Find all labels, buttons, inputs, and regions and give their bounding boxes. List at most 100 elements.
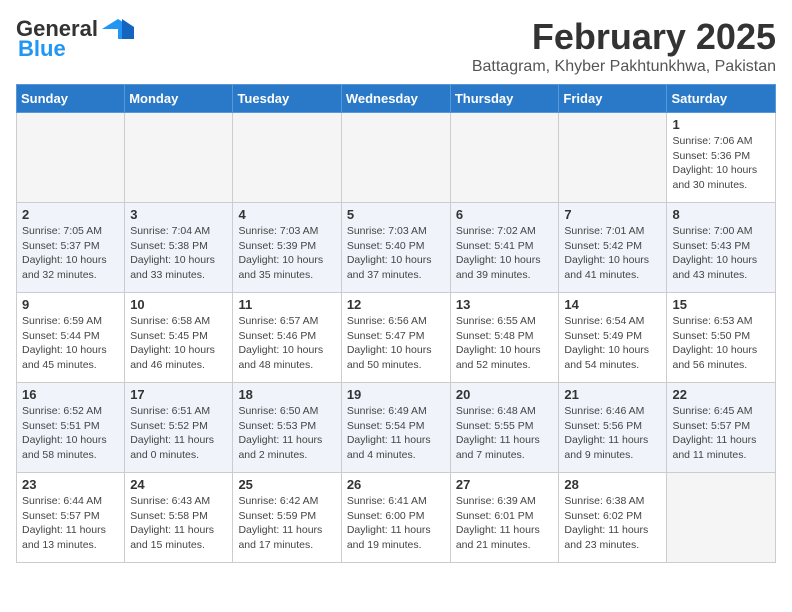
day-number: 26 (347, 477, 445, 492)
day-number: 22 (672, 387, 770, 402)
day-number: 9 (22, 297, 119, 312)
title-section: February 2025 Battagram, Khyber Pakhtunk… (472, 16, 776, 76)
calendar-week-row: 23Sunrise: 6:44 AM Sunset: 5:57 PM Dayli… (17, 473, 776, 563)
calendar-cell (233, 113, 341, 203)
calendar-cell: 11 Sunrise: 6:57 AM Sunset: 5:46 PM Dayli… (233, 293, 341, 383)
day-info: Sunrise: 7:03 AM Sunset: 5:40 PM Dayligh… (347, 224, 445, 283)
calendar-cell: 10 Sunrise: 6:58 AM Sunset: 5:45 PM Dayli… (125, 293, 233, 383)
calendar-cell: 17Sunrise: 6:51 AM Sunset: 5:52 PM Dayli… (125, 383, 233, 473)
calendar-cell: 15Sunrise: 6:53 AM Sunset: 5:50 PM Dayli… (667, 293, 776, 383)
calendar-cell: 12Sunrise: 6:56 AM Sunset: 5:47 PM Dayli… (341, 293, 450, 383)
calendar-cell: 3Sunrise: 7:04 AM Sunset: 5:38 PM Daylig… (125, 203, 233, 293)
weekday-header: Thursday (450, 85, 559, 113)
calendar-cell: 27 Sunrise: 6:39 AM Sunset: 6:01 PM Dayli… (450, 473, 559, 563)
calendar-cell: 18 Sunrise: 6:50 AM Sunset: 5:53 PM Dayli… (233, 383, 341, 473)
day-info: Sunrise: 6:42 AM Sunset: 5:59 PM Dayligh… (238, 494, 335, 553)
calendar-cell: 23Sunrise: 6:44 AM Sunset: 5:57 PM Dayli… (17, 473, 125, 563)
day-info: Sunrise: 6:38 AM Sunset: 6:02 PM Dayligh… (564, 494, 661, 553)
month-title: February 2025 (472, 16, 776, 58)
calendar-cell: 28 Sunrise: 6:38 AM Sunset: 6:02 PM Dayli… (559, 473, 667, 563)
weekday-header: Monday (125, 85, 233, 113)
logo-icon (102, 19, 134, 39)
day-info: Sunrise: 6:55 AM Sunset: 5:48 PM Dayligh… (456, 314, 554, 373)
day-info: Sunrise: 6:45 AM Sunset: 5:57 PM Dayligh… (672, 404, 770, 463)
calendar-cell: 8 Sunrise: 7:00 AM Sunset: 5:43 PM Daylig… (667, 203, 776, 293)
day-info: Sunrise: 6:43 AM Sunset: 5:58 PM Dayligh… (130, 494, 227, 553)
calendar-cell: 21Sunrise: 6:46 AM Sunset: 5:56 PM Dayli… (559, 383, 667, 473)
day-number: 13 (456, 297, 554, 312)
day-number: 15 (672, 297, 770, 312)
day-info: Sunrise: 6:52 AM Sunset: 5:51 PM Dayligh… (22, 404, 119, 463)
day-info: Sunrise: 7:06 AM Sunset: 5:36 PM Dayligh… (672, 134, 770, 193)
logo-blue: Blue (18, 36, 66, 62)
day-info: Sunrise: 6:39 AM Sunset: 6:01 PM Dayligh… (456, 494, 554, 553)
page-header: General Blue February 2025 Battagram, Kh… (16, 16, 776, 76)
day-number: 11 (238, 297, 335, 312)
location-title: Battagram, Khyber Pakhtunkhwa, Pakistan (472, 58, 776, 76)
weekday-header: Sunday (17, 85, 125, 113)
calendar-cell: 2 Sunrise: 7:05 AM Sunset: 5:37 PM Daylig… (17, 203, 125, 293)
calendar-cell (125, 113, 233, 203)
day-number: 24 (130, 477, 227, 492)
day-info: Sunrise: 6:56 AM Sunset: 5:47 PM Dayligh… (347, 314, 445, 373)
day-info: Sunrise: 6:57 AM Sunset: 5:46 PM Dayligh… (238, 314, 335, 373)
calendar-table: SundayMondayTuesdayWednesdayThursdayFrid… (16, 84, 776, 563)
calendar-cell: 22 Sunrise: 6:45 AM Sunset: 5:57 PM Dayli… (667, 383, 776, 473)
day-info: Sunrise: 6:59 AM Sunset: 5:44 PM Dayligh… (22, 314, 119, 373)
day-number: 27 (456, 477, 554, 492)
day-info: Sunrise: 6:46 AM Sunset: 5:56 PM Dayligh… (564, 404, 661, 463)
day-info: Sunrise: 6:54 AM Sunset: 5:49 PM Dayligh… (564, 314, 661, 373)
calendar-cell (559, 113, 667, 203)
day-info: Sunrise: 7:01 AM Sunset: 5:42 PM Dayligh… (564, 224, 661, 283)
day-info: Sunrise: 7:03 AM Sunset: 5:39 PM Dayligh… (238, 224, 335, 283)
day-number: 14 (564, 297, 661, 312)
day-info: Sunrise: 7:00 AM Sunset: 5:43 PM Dayligh… (672, 224, 770, 283)
calendar-week-row: 16Sunrise: 6:52 AM Sunset: 5:51 PM Dayli… (17, 383, 776, 473)
weekday-header: Saturday (667, 85, 776, 113)
calendar-cell: 6 Sunrise: 7:02 AM Sunset: 5:41 PM Daylig… (450, 203, 559, 293)
day-info: Sunrise: 6:48 AM Sunset: 5:55 PM Dayligh… (456, 404, 554, 463)
calendar-cell: 25 Sunrise: 6:42 AM Sunset: 5:59 PM Dayli… (233, 473, 341, 563)
calendar-cell (17, 113, 125, 203)
day-number: 4 (238, 207, 335, 222)
day-info: Sunrise: 7:05 AM Sunset: 5:37 PM Dayligh… (22, 224, 119, 283)
day-number: 28 (564, 477, 661, 492)
day-number: 25 (238, 477, 335, 492)
logo: General Blue (16, 16, 134, 62)
calendar-cell (341, 113, 450, 203)
day-number: 8 (672, 207, 770, 222)
day-number: 7 (564, 207, 661, 222)
calendar-cell: 5 Sunrise: 7:03 AM Sunset: 5:40 PM Daylig… (341, 203, 450, 293)
calendar-cell: 14 Sunrise: 6:54 AM Sunset: 5:49 PM Dayli… (559, 293, 667, 383)
calendar-cell: 20 Sunrise: 6:48 AM Sunset: 5:55 PM Dayli… (450, 383, 559, 473)
day-info: Sunrise: 7:02 AM Sunset: 5:41 PM Dayligh… (456, 224, 554, 283)
day-info: Sunrise: 6:41 AM Sunset: 6:00 PM Dayligh… (347, 494, 445, 553)
weekday-header: Friday (559, 85, 667, 113)
day-number: 1 (672, 117, 770, 132)
calendar-cell: 19Sunrise: 6:49 AM Sunset: 5:54 PM Dayli… (341, 383, 450, 473)
day-info: Sunrise: 6:49 AM Sunset: 5:54 PM Dayligh… (347, 404, 445, 463)
day-number: 20 (456, 387, 554, 402)
calendar-cell: 26 Sunrise: 6:41 AM Sunset: 6:00 PM Dayli… (341, 473, 450, 563)
weekday-header-row: SundayMondayTuesdayWednesdayThursdayFrid… (17, 85, 776, 113)
calendar-cell: 1 Sunrise: 7:06 AM Sunset: 5:36 PM Daylig… (667, 113, 776, 203)
calendar-cell: 4 Sunrise: 7:03 AM Sunset: 5:39 PM Daylig… (233, 203, 341, 293)
calendar-cell: 13 Sunrise: 6:55 AM Sunset: 5:48 PM Dayli… (450, 293, 559, 383)
day-number: 2 (22, 207, 119, 222)
day-info: Sunrise: 7:04 AM Sunset: 5:38 PM Dayligh… (130, 224, 227, 283)
day-number: 23 (22, 477, 119, 492)
calendar-cell (667, 473, 776, 563)
calendar-cell: 16Sunrise: 6:52 AM Sunset: 5:51 PM Dayli… (17, 383, 125, 473)
day-number: 10 (130, 297, 227, 312)
calendar-week-row: 1 Sunrise: 7:06 AM Sunset: 5:36 PM Daylig… (17, 113, 776, 203)
calendar-cell (450, 113, 559, 203)
calendar-cell: 24 Sunrise: 6:43 AM Sunset: 5:58 PM Dayli… (125, 473, 233, 563)
day-number: 5 (347, 207, 445, 222)
calendar-week-row: 9 Sunrise: 6:59 AM Sunset: 5:44 PM Daylig… (17, 293, 776, 383)
day-info: Sunrise: 6:50 AM Sunset: 5:53 PM Dayligh… (238, 404, 335, 463)
day-number: 17 (130, 387, 227, 402)
calendar-cell: 9 Sunrise: 6:59 AM Sunset: 5:44 PM Daylig… (17, 293, 125, 383)
day-number: 6 (456, 207, 554, 222)
day-info: Sunrise: 6:58 AM Sunset: 5:45 PM Dayligh… (130, 314, 227, 373)
day-number: 18 (238, 387, 335, 402)
